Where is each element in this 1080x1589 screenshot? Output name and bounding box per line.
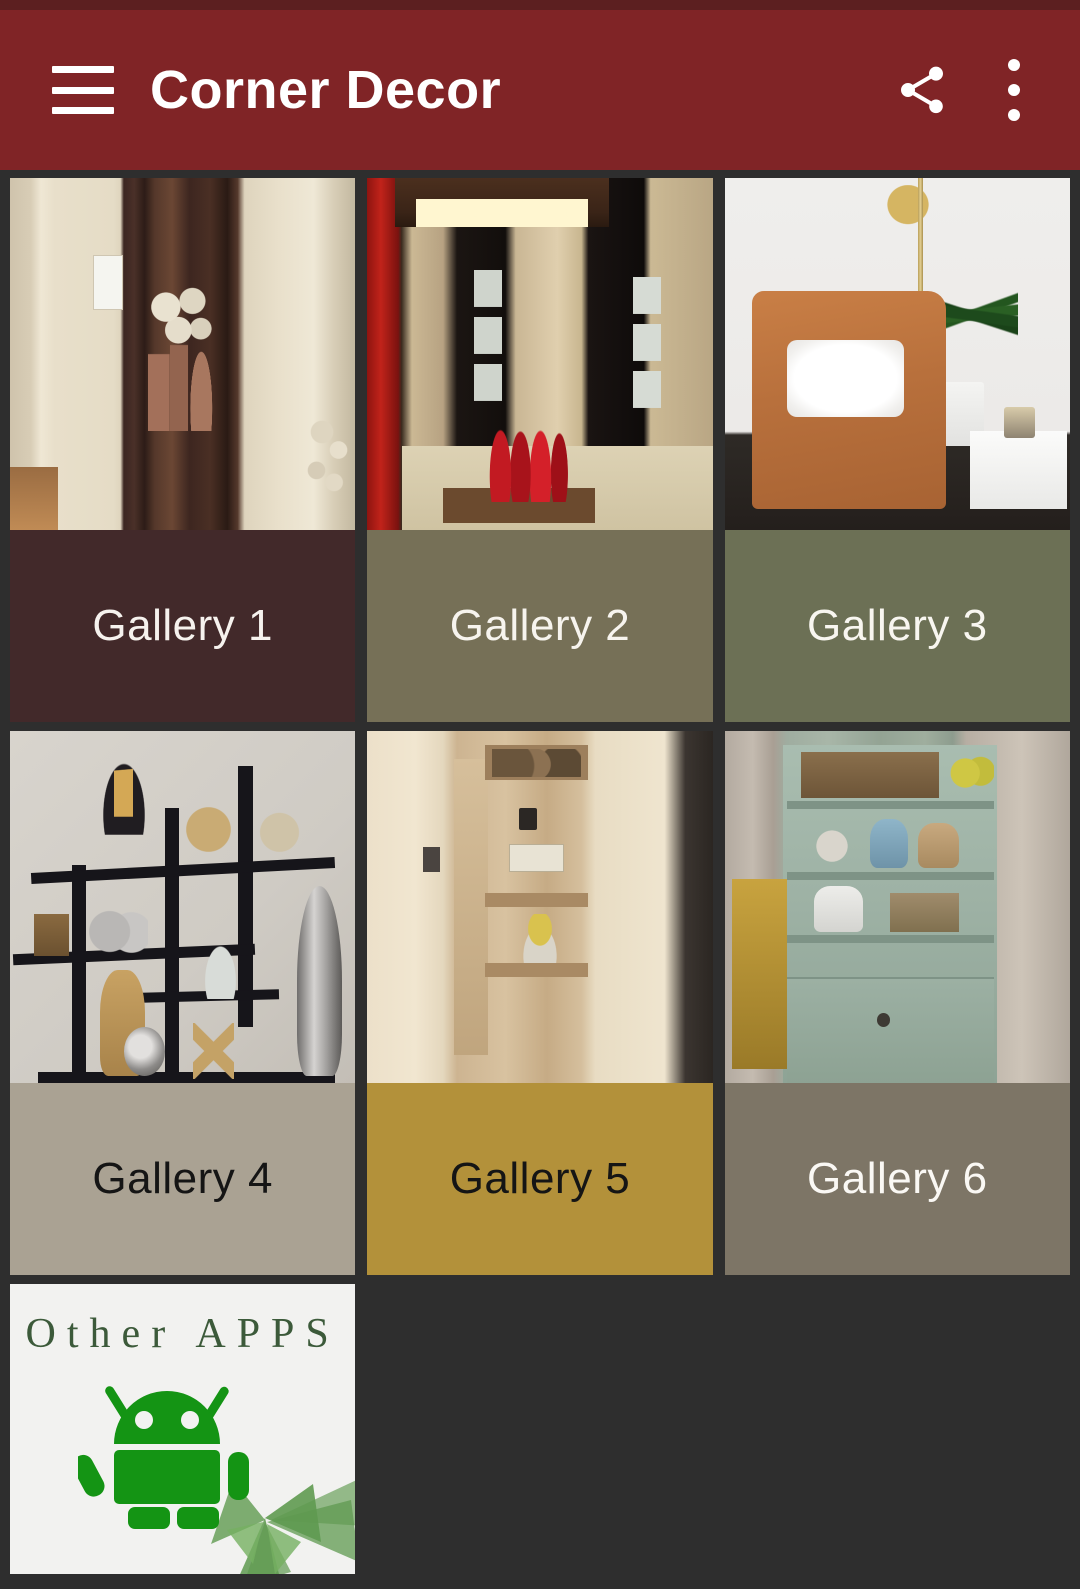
other-apps-tile[interactable]: Other APPS [10,1284,356,1574]
gallery-label-2: Gallery 2 [367,530,713,722]
more-vert-icon[interactable] [1006,59,1022,121]
android-robot-icon [77,1386,249,1529]
hamburger-menu-icon[interactable] [52,66,114,114]
gallery-tile-5[interactable]: Gallery 5 [367,731,713,1275]
gallery-label-4: Gallery 4 [10,1083,356,1275]
gallery-grid: Gallery 1 Gallery 2 Gallery 3 Gallery 4 [0,170,1080,1574]
gallery-thumbnail-2 [367,178,713,530]
gallery-tile-4[interactable]: Gallery 4 [10,731,356,1275]
other-apps-label: Other APPS [25,1311,340,1357]
gallery-thumbnail-4 [10,731,356,1083]
app-bar-actions [894,59,1048,121]
gallery-label-5: Gallery 5 [367,1083,713,1275]
gallery-thumbnail-1 [10,178,356,530]
page-title: Corner Decor [150,60,502,120]
gallery-tile-6[interactable]: Gallery 6 [724,731,1070,1275]
share-icon[interactable] [894,62,950,118]
gallery-label-3: Gallery 3 [724,530,1070,722]
status-bar [0,0,1080,10]
gallery-tile-3[interactable]: Gallery 3 [724,178,1070,722]
gallery-tile-2[interactable]: Gallery 2 [367,178,713,722]
gallery-label-1: Gallery 1 [10,530,356,722]
gallery-thumbnail-5 [367,731,713,1083]
app-bar: Corner Decor [0,10,1080,170]
gallery-thumbnail-6 [724,731,1070,1083]
gallery-thumbnail-3 [724,178,1070,530]
gallery-label-6: Gallery 6 [724,1083,1070,1275]
gallery-tile-1[interactable]: Gallery 1 [10,178,356,722]
